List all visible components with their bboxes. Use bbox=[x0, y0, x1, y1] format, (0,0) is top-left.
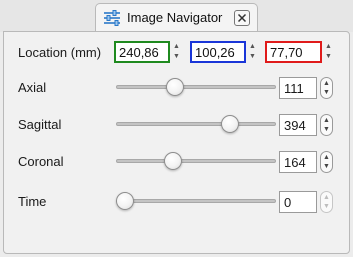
arrow-up-icon: ▲ bbox=[323, 80, 330, 87]
arrow-down-icon: ▼ bbox=[323, 203, 330, 210]
axial-slider-track[interactable] bbox=[116, 85, 276, 89]
sagittal-slider-knob[interactable] bbox=[221, 115, 240, 133]
coronal-label: Coronal bbox=[18, 154, 64, 169]
sagittal-label: Sagittal bbox=[18, 117, 62, 132]
tab-image-navigator[interactable]: Image Navigator bbox=[95, 3, 258, 32]
arrow-up-icon: ▲ bbox=[325, 43, 332, 50]
time-value-field[interactable]: 0 bbox=[279, 191, 317, 213]
axial-value-field[interactable]: 111 bbox=[279, 77, 317, 99]
tab-title: Image Navigator bbox=[127, 10, 223, 25]
coronal-slider-knob[interactable] bbox=[164, 152, 183, 170]
coronal-slider-track[interactable] bbox=[116, 159, 276, 163]
arrow-down-icon: ▼ bbox=[249, 53, 256, 60]
sagittal-stepper[interactable]: ▲ ▼ bbox=[320, 114, 333, 136]
coronal-stepper[interactable]: ▲ ▼ bbox=[320, 151, 333, 173]
coronal-value-field[interactable]: 164 bbox=[279, 151, 317, 173]
navigator-panel: Location (mm) 240,86 ▲ ▼ 100,26 ▲ ▼ 77,7… bbox=[3, 31, 350, 254]
sliders-icon bbox=[102, 8, 122, 28]
tab-bar: Image Navigator bbox=[0, 0, 353, 32]
arrow-up-icon: ▲ bbox=[249, 43, 256, 50]
location-z-field[interactable]: 77,70 bbox=[265, 41, 322, 63]
time-slider-knob[interactable] bbox=[116, 192, 134, 210]
axial-label: Axial bbox=[18, 80, 47, 95]
arrow-up-icon: ▲ bbox=[323, 194, 330, 201]
location-z-stepper[interactable]: ▲ ▼ bbox=[324, 41, 334, 63]
axial-stepper[interactable]: ▲ ▼ bbox=[320, 77, 333, 99]
location-x-field[interactable]: 240,86 bbox=[114, 41, 170, 63]
arrow-down-icon: ▼ bbox=[173, 53, 180, 60]
location-y-stepper[interactable]: ▲ ▼ bbox=[248, 41, 258, 63]
axial-slider-knob[interactable] bbox=[165, 78, 184, 96]
location-x-stepper[interactable]: ▲ ▼ bbox=[172, 41, 182, 63]
arrow-down-icon: ▼ bbox=[325, 53, 332, 60]
arrow-down-icon: ▼ bbox=[323, 163, 330, 170]
arrow-up-icon: ▲ bbox=[173, 43, 180, 50]
sagittal-slider-track[interactable] bbox=[116, 122, 276, 126]
arrow-up-icon: ▲ bbox=[323, 154, 330, 161]
location-label: Location (mm) bbox=[18, 45, 102, 60]
arrow-up-icon: ▲ bbox=[323, 117, 330, 124]
close-icon[interactable] bbox=[234, 10, 250, 26]
arrow-down-icon: ▼ bbox=[323, 89, 330, 96]
location-y-field[interactable]: 100,26 bbox=[190, 41, 246, 63]
time-label: Time bbox=[18, 194, 47, 209]
arrow-down-icon: ▼ bbox=[323, 126, 330, 133]
image-navigator-window: Image Navigator Location (mm) 240,86 ▲ ▼… bbox=[0, 0, 353, 257]
time-stepper[interactable]: ▲ ▼ bbox=[320, 191, 333, 213]
sagittal-value-field[interactable]: 394 bbox=[279, 114, 317, 136]
time-slider-track[interactable] bbox=[116, 199, 276, 203]
